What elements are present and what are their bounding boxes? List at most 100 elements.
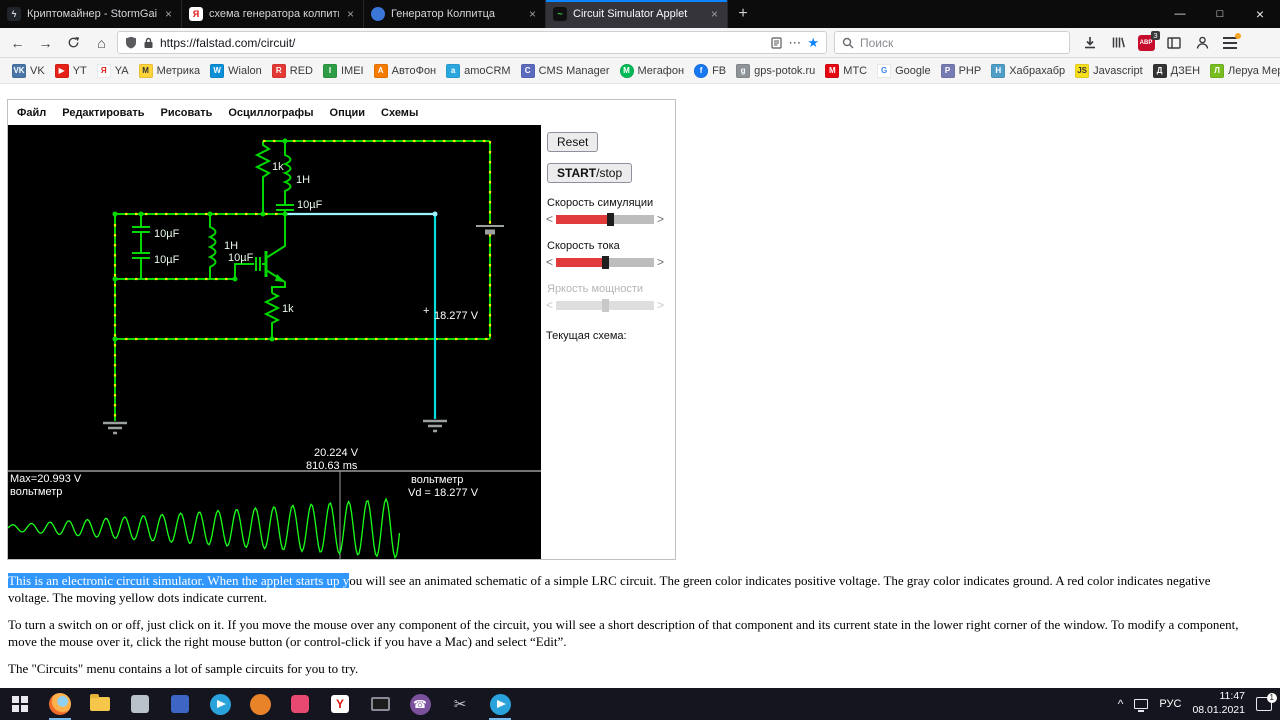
search-bar[interactable]: Поиск [834, 31, 1070, 54]
reset-button[interactable]: Reset [547, 132, 598, 152]
bookmark-red[interactable]: RRED [268, 62, 317, 80]
menu-edit[interactable]: Редактировать [62, 107, 144, 119]
taskbar-app-gray[interactable] [120, 688, 160, 720]
tracking-shield-icon[interactable] [125, 36, 137, 49]
bookmark-ya[interactable]: ЯYA [93, 62, 133, 80]
library-button[interactable] [1106, 31, 1130, 55]
bookmark-dzen[interactable]: ДДЗЕН [1149, 62, 1204, 80]
bookmark-avtofon[interactable]: ААвтоФон [370, 62, 441, 80]
back-button[interactable]: ← [5, 31, 30, 55]
tab-kolpitts-generator[interactable]: Генератор Колпитца × [364, 0, 546, 28]
menu-file[interactable]: Файл [17, 107, 46, 119]
taskbar-tools[interactable]: ✂ [440, 688, 480, 720]
language-indicator[interactable]: РУС [1159, 698, 1181, 710]
reload-button[interactable] [61, 31, 86, 55]
tab-stormgain[interactable]: ϟ Криптомайнер - StormGain × [0, 0, 182, 28]
bookmark-javascript[interactable]: JSJavascript [1071, 62, 1147, 80]
window-close-button[interactable]: × [1240, 0, 1280, 28]
menu-circuits[interactable]: Схемы [381, 107, 418, 119]
ground-left-icon[interactable] [103, 423, 127, 433]
resistor-top[interactable] [257, 141, 269, 214]
bookmark-imei[interactable]: IIMEI [319, 62, 368, 80]
slider-handle[interactable] [607, 213, 614, 226]
taskbar-clock[interactable]: 11:4708.01.2021 [1192, 690, 1245, 717]
current-speed-slider[interactable]: < > [546, 255, 671, 269]
page-actions-icon[interactable]: ⋯ [788, 35, 801, 51]
menu-options[interactable]: Опции [330, 107, 366, 119]
bookmark-habr[interactable]: HХабрахабр [987, 62, 1069, 80]
taskbar-y-app[interactable]: Y [320, 688, 360, 720]
voltmeter-probe[interactable] [285, 214, 435, 419]
tray-expand-icon[interactable]: ^ [1118, 697, 1124, 711]
window-minimize-button[interactable]: — [1160, 0, 1200, 28]
bookmark-amocrm[interactable]: aamoCRM [442, 62, 514, 80]
taskbar-app-blue[interactable] [160, 688, 200, 720]
taskbar-app-orange[interactable] [240, 688, 280, 720]
avtofon-icon: А [374, 64, 388, 78]
circuit-components[interactable] [132, 141, 294, 339]
tab-close-icon[interactable]: × [345, 7, 356, 21]
slider-track[interactable] [556, 215, 654, 224]
circuit-svg[interactable]: 1k 1H 10µF 10µF 10µF 1H 10µF 1k + 18.277… [8, 125, 541, 559]
forward-button[interactable]: → [33, 31, 58, 55]
bookmark-gps-potok[interactable]: ggps-potok.ru [732, 62, 819, 80]
menu-button[interactable] [1218, 31, 1242, 55]
capacitor-divider[interactable] [132, 214, 150, 279]
tab-title: схема генератора колпитца - [209, 8, 339, 20]
bookmark-metrika[interactable]: ММетрика [135, 62, 205, 80]
bookmark-cms-manager[interactable]: CCMS Manager [517, 62, 614, 80]
taskbar-explorer[interactable] [80, 688, 120, 720]
bookmark-leroy-merlin[interactable]: ЛЛеруа Мерлен [1206, 62, 1280, 80]
new-tab-button[interactable]: + [728, 0, 758, 28]
action-center-button[interactable]: 1 [1256, 697, 1272, 711]
bookmark-yt[interactable]: ▶YT [51, 62, 91, 80]
taskbar-console[interactable] [360, 688, 400, 720]
slider-handle[interactable] [602, 256, 609, 269]
sidebar-button[interactable] [1162, 31, 1186, 55]
bookmark-php[interactable]: PPHP [937, 62, 986, 80]
tab-yandex-search[interactable]: Я схема генератора колпитца - × [182, 0, 364, 28]
taskbar-firefox[interactable] [40, 688, 80, 720]
account-button[interactable] [1190, 31, 1214, 55]
circuit-canvas[interactable]: 1k 1H 10µF 10µF 10µF 1H 10µF 1k + 18.277… [8, 125, 541, 559]
menu-scopes[interactable]: Осциллографы [228, 107, 313, 119]
adblock-button[interactable]: ABP3 [1134, 31, 1158, 55]
taskbar-viber[interactable]: ☎ [400, 688, 440, 720]
address-bar[interactable]: https://falstad.com/circuit/ ⋯ ★ [117, 31, 827, 54]
slider-track[interactable] [556, 258, 654, 267]
taskbar-telegram-2[interactable] [480, 688, 520, 720]
taskbar-telegram[interactable] [200, 688, 240, 720]
tab-circuit-simulator[interactable]: ~ Circuit Simulator Applet × [546, 0, 728, 28]
window-maximize-button[interactable]: □ [1200, 0, 1240, 28]
slider-right-arrow-icon[interactable]: > [657, 255, 664, 269]
run-stop-button[interactable]: START/stop [547, 163, 632, 183]
tab-close-icon[interactable]: × [527, 7, 538, 21]
bookmark-fb[interactable]: fFB [690, 62, 730, 80]
resistor-bottom[interactable] [266, 293, 278, 339]
url-text[interactable]: https://falstad.com/circuit/ [160, 36, 765, 50]
bookmark-google[interactable]: GGoogle [873, 62, 934, 80]
sim-speed-slider[interactable]: < > [546, 212, 671, 226]
lock-icon[interactable] [143, 37, 154, 49]
transistor-collector[interactable] [266, 214, 285, 258]
bookmark-wialon[interactable]: WWialon [206, 62, 266, 80]
ground-probe-icon[interactable] [423, 421, 447, 431]
start-button[interactable] [0, 688, 40, 720]
downloads-button[interactable] [1078, 31, 1102, 55]
taskbar-app-pink[interactable] [280, 688, 320, 720]
slider-left-arrow-icon[interactable]: < [546, 255, 553, 269]
bookmark-mts[interactable]: ММТС [821, 62, 871, 80]
inductor-top[interactable] [285, 141, 291, 205]
tab-close-icon[interactable]: × [163, 7, 174, 21]
reader-mode-icon[interactable] [771, 37, 782, 49]
tray-display-icon[interactable] [1134, 699, 1148, 709]
tab-close-icon[interactable]: × [709, 7, 720, 21]
home-button[interactable]: ⌂ [89, 31, 114, 55]
slider-left-arrow-icon[interactable]: < [546, 212, 553, 226]
bookmark-megafon[interactable]: ММегафон [616, 62, 689, 80]
slider-right-arrow-icon[interactable]: > [657, 212, 664, 226]
inductor-tank[interactable] [210, 214, 216, 279]
bookmark-star-icon[interactable]: ★ [807, 35, 819, 51]
bookmark-vk[interactable]: VKVK [8, 62, 49, 80]
menu-draw[interactable]: Рисовать [161, 107, 213, 119]
